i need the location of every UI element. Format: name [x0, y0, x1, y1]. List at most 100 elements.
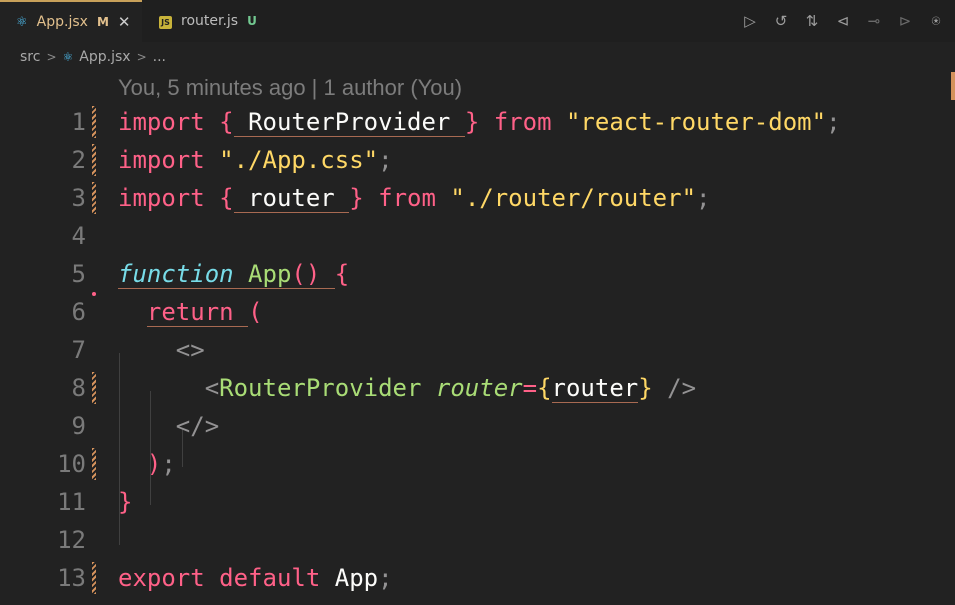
identifier: RouterProvider	[248, 108, 451, 136]
keyword: default	[219, 564, 321, 592]
brace: }	[638, 374, 653, 402]
tag-bracket: <	[204, 374, 220, 402]
operator: =	[522, 374, 538, 402]
git-change-marker	[92, 106, 96, 138]
code-text: import "./App.css";	[118, 141, 393, 179]
line-number: 8	[71, 374, 86, 402]
chevron-right-icon: >	[46, 50, 57, 64]
js-file-icon: JS	[159, 14, 172, 29]
git-change-marker	[92, 144, 96, 176]
react-icon: ⚛	[62, 50, 74, 64]
code-text: );	[118, 445, 176, 483]
code-line: 4	[0, 217, 955, 255]
tab-label: router.js	[181, 13, 239, 29]
previous-change-icon[interactable]: ⊲	[830, 9, 856, 33]
tab-label: App.jsx	[36, 14, 88, 30]
code-text: function App() {	[118, 255, 349, 293]
paren: )	[146, 450, 162, 478]
code-line: 6 return (	[0, 293, 955, 331]
git-change-marker	[92, 182, 96, 214]
commit-icon[interactable]: ⊸	[861, 9, 887, 33]
breadcrumb-folder[interactable]: src	[20, 49, 40, 65]
code-line: 12	[0, 521, 955, 559]
close-icon[interactable]: ✕	[118, 13, 131, 31]
scroll-change-indicator	[951, 72, 955, 100]
code-line: 1 import { RouterProvider } from "react-…	[0, 103, 955, 141]
code-line: 11 }	[0, 483, 955, 521]
line-number: 11	[57, 488, 86, 516]
punctuation: ;	[378, 564, 393, 592]
breadcrumb: src > ⚛ App.jsx > ...	[20, 46, 166, 68]
keyword: export	[118, 564, 205, 592]
line-number: 9	[71, 412, 86, 440]
react-icon: ⚛	[16, 14, 28, 30]
compare-changes-icon[interactable]: ⇅	[799, 9, 825, 33]
code-line: 3 import { router } from "./router/route…	[0, 179, 955, 217]
code-line: 2 import "./App.css";	[0, 141, 955, 179]
brace: {	[334, 260, 350, 288]
function-name: App	[248, 260, 292, 288]
code-editor[interactable]: You, 5 minutes ago | 1 author (You) 1 im…	[0, 70, 955, 605]
punctuation: ;	[696, 184, 711, 212]
code-text: import { router } from "./router/router"…	[118, 179, 710, 217]
keyword: import	[118, 108, 205, 136]
breadcrumb-more[interactable]: ...	[153, 49, 166, 65]
keyword: import	[118, 146, 205, 174]
line-number: 4	[71, 222, 86, 250]
string: "react-router-dom"	[565, 108, 827, 136]
keyword: from	[378, 184, 436, 212]
line-number: 6	[71, 298, 86, 326]
breadcrumb-file[interactable]: App.jsx	[79, 49, 130, 65]
tab-router-js[interactable]: JS router.js U	[143, 0, 261, 42]
codelens-blame[interactable]: You, 5 minutes ago | 1 author (You)	[118, 75, 462, 101]
run-icon[interactable]: ▷	[737, 9, 763, 33]
git-change-marker	[92, 562, 96, 594]
parens: ()	[291, 260, 321, 288]
code-line: 9 </>	[0, 407, 955, 445]
code-text: import { RouterProvider } from "react-ro…	[118, 103, 841, 141]
tag-bracket: />	[667, 374, 697, 402]
modified-badge: M	[96, 15, 109, 29]
brace: {	[219, 184, 234, 212]
jsx-attribute: router	[435, 374, 523, 402]
line-number: 1	[71, 108, 86, 136]
git-change-marker	[92, 372, 96, 404]
line-number: 7	[71, 336, 86, 364]
tab-bar: ⚛ App.jsx M ✕ JS router.js U ▷ ↺ ⇅ ⊲ ⊸ ⊳…	[0, 0, 955, 42]
line-number: 3	[71, 184, 86, 212]
paren: (	[248, 298, 263, 326]
brace: {	[537, 374, 552, 402]
git-lens-icon[interactable]: ⍟	[923, 9, 949, 33]
string: "./App.css"	[219, 146, 379, 174]
editor-toolbar: ▷ ↺ ⇅ ⊲ ⊸ ⊳ ⍟	[732, 9, 949, 33]
jsx-tag: RouterProvider	[219, 374, 422, 402]
code-text: </>	[118, 407, 219, 445]
keyword: function	[118, 260, 234, 288]
punctuation: ;	[161, 450, 176, 478]
brace: {	[219, 108, 234, 136]
jsx-fragment: <>	[175, 336, 205, 364]
line-number: 5	[71, 260, 86, 288]
tab-app-jsx[interactable]: ⚛ App.jsx M ✕	[0, 0, 142, 42]
identifier: router	[248, 184, 335, 212]
code-line: 8 <RouterProvider router={router} />	[0, 369, 955, 407]
code-line: 5 function App() {	[0, 255, 955, 293]
brace: }	[118, 488, 133, 516]
next-change-icon[interactable]: ⊳	[892, 9, 918, 33]
keyword: from	[493, 108, 552, 136]
history-icon[interactable]: ↺	[768, 9, 794, 33]
line-number: 12	[57, 526, 86, 554]
code-text: return (	[118, 293, 263, 331]
code-text: export default App;	[118, 559, 393, 597]
code-line: 10 );	[0, 445, 955, 483]
jsx-fragment: </>	[175, 412, 220, 440]
line-number: 10	[57, 450, 86, 478]
keyword: import	[118, 184, 205, 212]
identifier: App	[334, 564, 379, 592]
code-text: <RouterProvider router={router} />	[118, 369, 696, 407]
keyword: return	[146, 298, 234, 326]
line-number: 13	[57, 564, 86, 592]
git-change-marker	[92, 448, 96, 480]
line-number: 2	[71, 146, 86, 174]
brace: }	[349, 184, 364, 212]
